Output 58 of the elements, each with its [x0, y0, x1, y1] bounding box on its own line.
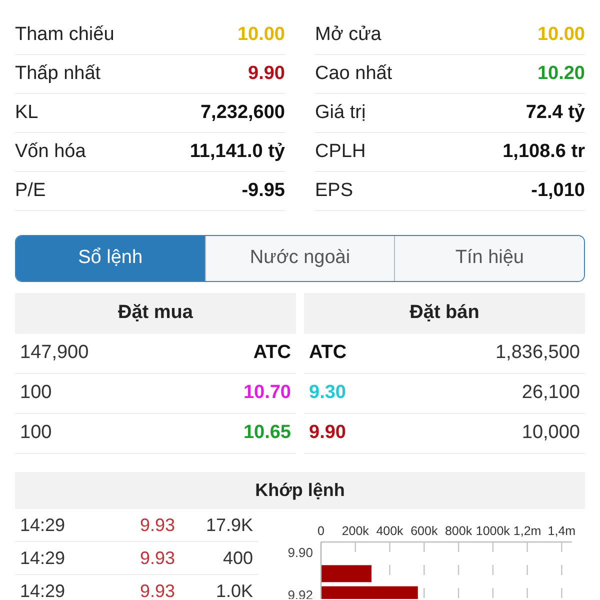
- tab[interactable]: Tín hiệu: [394, 236, 584, 281]
- tab[interactable]: Sổ lệnh: [16, 236, 205, 281]
- tick-label: 9.90: [288, 545, 313, 560]
- trade-time: 14:29: [19, 546, 66, 570]
- stat-label: CPLH: [315, 140, 366, 164]
- stat-value: -9.95: [242, 178, 285, 203]
- trade-volume: 1.0K: [214, 580, 253, 600]
- tick-label: 800k: [444, 524, 472, 538]
- stat-label: Giá trị: [315, 100, 366, 125]
- stat-label: KL: [15, 100, 38, 125]
- stat-value: 9.90: [248, 62, 285, 86]
- stat-value: 10.20: [537, 62, 585, 86]
- stat-label: Cao nhất: [315, 62, 392, 86]
- order-volume: 10,000: [522, 421, 580, 446]
- tick-label: 0: [318, 524, 324, 538]
- tick-label: 1000k: [476, 524, 510, 538]
- stat-value: 10.00: [537, 22, 585, 47]
- trade-price: 9.93: [138, 546, 175, 570]
- trade-price: 9.93: [138, 514, 175, 536]
- order-volume: 100: [20, 381, 52, 406]
- order-volume: 100: [20, 421, 52, 446]
- y-axis: [320, 542, 322, 599]
- stat-value: 10.00: [237, 22, 285, 47]
- trade-volume: 17.9K: [204, 514, 253, 536]
- tick-label: 600k: [410, 524, 438, 538]
- order-volume: 26,100: [522, 381, 580, 406]
- stat-label: Vốn hóa: [15, 140, 86, 164]
- order-volume: 147,900: [20, 341, 89, 366]
- tick-label: 200k: [342, 524, 369, 538]
- stat-value: 72.4 tỷ: [526, 100, 585, 125]
- tick-label: 1,4m: [548, 524, 576, 538]
- order-price: 10.65: [243, 421, 291, 446]
- stat-label: Thấp nhất: [15, 62, 101, 86]
- trade-volume: 400: [222, 546, 253, 570]
- tab[interactable]: Nước ngoài: [204, 236, 394, 281]
- column-header: Đặt mua: [15, 293, 296, 334]
- stat-value: 11,141.0 tỷ: [190, 140, 285, 164]
- trade-price: 9.93: [138, 580, 175, 600]
- trade-time: 14:29: [19, 514, 66, 536]
- order-price: ATC: [253, 341, 291, 366]
- volume-bar: [322, 565, 372, 582]
- section-header: Khớp lệnh: [15, 472, 585, 509]
- stat-label: Tham chiếu: [15, 22, 114, 47]
- trade-time: 14:29: [19, 580, 66, 600]
- stat-label: P/E: [15, 178, 46, 203]
- order-volume: 1,836,500: [495, 341, 580, 366]
- stat-value: 1,108.6 tr: [502, 140, 585, 164]
- stat-value: 7,232,600: [200, 100, 285, 125]
- order-price: 9.90: [309, 421, 346, 446]
- order-price: 9.30: [309, 381, 346, 406]
- stat-value: -1,010: [531, 178, 585, 203]
- tick-label: 1,2m: [513, 524, 542, 538]
- column-header: Đặt bán: [304, 293, 585, 334]
- stat-label: Mở cửa: [315, 22, 382, 47]
- order-price: 10.70: [243, 381, 291, 406]
- stat-label: EPS: [315, 178, 354, 203]
- order-price: ATC: [309, 341, 347, 366]
- tick-label: 400k: [376, 524, 404, 538]
